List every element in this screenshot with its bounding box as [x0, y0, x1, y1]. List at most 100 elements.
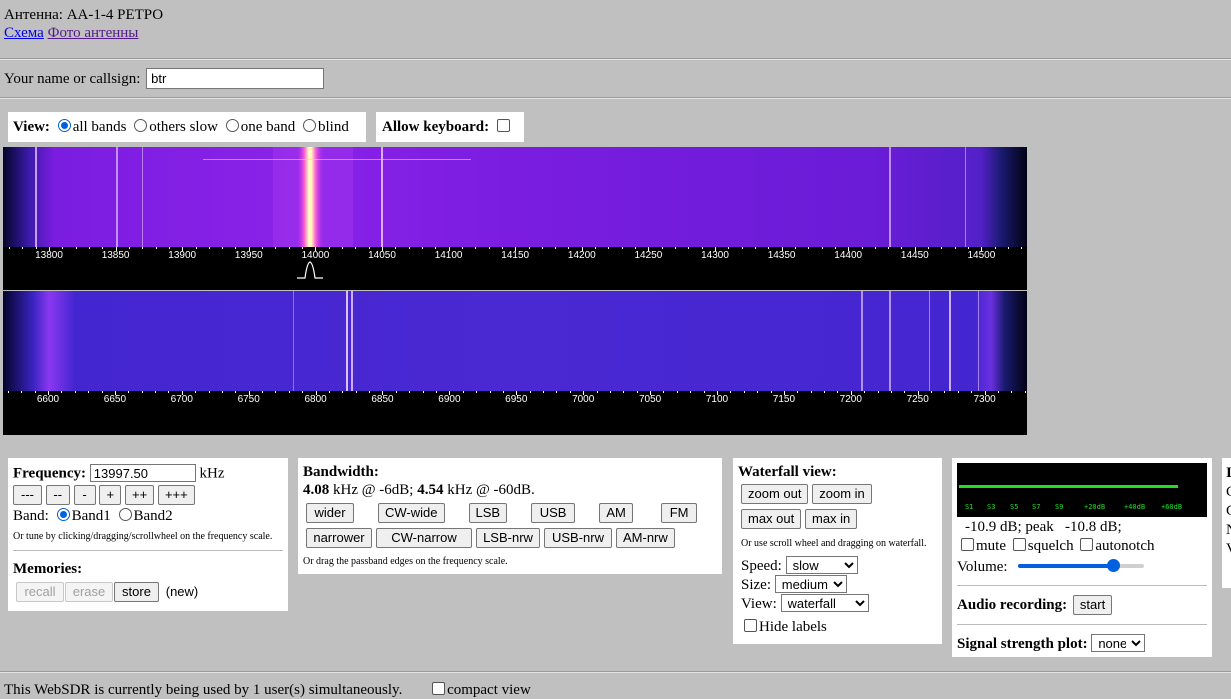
bandwidth-lsb-nrw-button[interactable]: LSB-nrw	[476, 528, 540, 548]
waterfall-image-band1[interactable]	[3, 147, 1027, 247]
bandwidth-usb-button[interactable]: USB	[531, 503, 576, 523]
frequency-tick	[811, 391, 812, 393]
view-blind-radio[interactable]	[303, 119, 317, 132]
hide-labels-checkbox[interactable]	[744, 619, 757, 632]
tune-down-small-button[interactable]: -	[73, 485, 96, 505]
frequency-input[interactable]	[89, 464, 196, 482]
allow-keyboard-label: Allow keyboard:	[382, 119, 490, 135]
frequency-tick	[730, 391, 731, 393]
s-meter-label: +40dB	[1124, 503, 1146, 511]
waterfall-band1[interactable]: 13800 13850 13900 13950 14000 14050 14100 14150…	[3, 147, 1027, 290]
tune-down-large-button[interactable]: ---	[13, 485, 42, 505]
compact-view-checkbox[interactable]	[432, 682, 446, 695]
frequency-tick	[650, 391, 651, 395]
recall-button[interactable]: recall	[16, 582, 64, 602]
frequency-tick	[315, 247, 316, 251]
allow-keyboard-checkbox[interactable]	[496, 119, 510, 132]
bandwidth-am-button[interactable]: AM	[599, 503, 634, 523]
frequency-tick	[742, 247, 743, 249]
bandwidth-am-nrw-button[interactable]: AM-nrw	[616, 528, 675, 548]
clipped-panel: I C C N V	[1222, 458, 1231, 588]
tune-up-large-button[interactable]: +++	[157, 485, 195, 505]
bandwidth-usb-nrw-button[interactable]: USB-nrw	[544, 528, 612, 548]
antenna-title: Антенна: АА-1-4 РЕТРО	[4, 7, 164, 23]
frequency-tick	[249, 391, 250, 395]
start-recording-button[interactable]: start	[1072, 595, 1113, 615]
frequency-scale-band1[interactable]: 13800 13850 13900 13950 14000 14050 14100 14150…	[3, 247, 1027, 267]
band1-radio[interactable]	[56, 508, 70, 521]
s-meter-label: S3	[987, 503, 996, 511]
speed-select[interactable]: slow	[785, 556, 858, 574]
waterfall-band2[interactable]: 6600 6650 6700 6750 6800 6850 6900 6950 7000 7050…	[3, 291, 1027, 435]
band2-radio[interactable]	[118, 508, 132, 521]
bandwidth-cw-narrow-button[interactable]: CW-narrow	[376, 528, 472, 548]
frequency-tick	[449, 391, 450, 395]
frequency-tick-label: 6750	[237, 394, 260, 405]
passband-marker[interactable]	[295, 259, 325, 279]
divider	[0, 671, 1231, 673]
frequency-tick	[275, 391, 276, 393]
bandwidth-fm-button[interactable]: FM	[661, 503, 698, 523]
bandwidth-narrower-button[interactable]: narrower	[306, 528, 372, 548]
scheme-link[interactable]: Схема	[4, 25, 44, 41]
frequency-tick	[476, 391, 477, 393]
frequency-tick	[169, 247, 170, 249]
tune-up-small-button[interactable]: +	[99, 485, 122, 505]
frequency-tick	[342, 391, 343, 393]
antenna-photo-link[interactable]: Фото антенны	[48, 25, 139, 41]
frequency-tick	[396, 391, 397, 393]
store-button[interactable]: store	[114, 582, 159, 602]
view-all-bands-radio[interactable]	[57, 119, 71, 132]
s-meter-label: S1	[965, 503, 974, 511]
max-out-button[interactable]: max out	[741, 509, 802, 529]
frequency-tick	[797, 391, 798, 393]
volume-slider-handle[interactable]	[1107, 559, 1120, 572]
frequency-tick	[156, 247, 157, 249]
frequency-tick-label: 7200	[839, 394, 862, 405]
frequency-tick	[289, 247, 290, 249]
bandwidth-wider-button[interactable]: wider	[306, 503, 354, 523]
frequency-tick	[904, 391, 905, 393]
erase-button[interactable]: erase	[65, 582, 113, 602]
tune-down-medium-button[interactable]: --	[45, 485, 70, 505]
bandwidth-cw-wide-button[interactable]: CW-wide	[378, 503, 445, 523]
zoom-out-button[interactable]: zoom out	[741, 484, 809, 504]
volume-slider[interactable]	[1018, 558, 1144, 574]
callsign-input[interactable]	[146, 68, 325, 89]
clipped-char: N	[1226, 521, 1231, 540]
divider	[957, 585, 1207, 586]
max-in-button[interactable]: max in	[805, 509, 858, 529]
frequency-tick	[931, 391, 932, 393]
mute-checkbox[interactable]	[961, 538, 974, 551]
memory-status: (new)	[165, 584, 199, 599]
bandwidth-lsb-button[interactable]: LSB	[468, 503, 508, 523]
frequency-tick-label: 14150	[501, 250, 530, 261]
autonotch-checkbox[interactable]	[1080, 538, 1094, 551]
frequency-unit: kHz	[199, 465, 225, 482]
tune-up-medium-button[interactable]: ++	[125, 485, 155, 505]
size-select[interactable]: medium	[774, 575, 847, 593]
frequency-tick-label: 14250	[634, 250, 663, 261]
signal-plot-select[interactable]: none	[1091, 634, 1146, 652]
frequency-tick	[610, 391, 611, 393]
frequency-tick-label: 13950	[234, 250, 263, 261]
view-others-slow-radio[interactable]	[134, 119, 148, 132]
frequency-tick	[663, 391, 664, 393]
waterfall-image-band2[interactable]	[3, 291, 1027, 391]
frequency-tick-label: 6850	[371, 394, 394, 405]
frequency-tick	[329, 391, 330, 393]
frequency-tick	[648, 247, 649, 251]
frequency-tick	[688, 247, 689, 249]
speed-label: Speed:	[741, 558, 782, 574]
divider	[0, 58, 1231, 60]
zoom-in-button[interactable]: zoom in	[812, 484, 872, 504]
clipped-char: I	[1226, 465, 1231, 481]
frequency-tick-label: 6650	[103, 394, 127, 405]
frequency-tick	[795, 247, 796, 249]
view-one-band-radio[interactable]	[225, 119, 239, 132]
view-mode-select[interactable]: waterfall	[780, 594, 869, 612]
squelch-checkbox[interactable]	[1012, 538, 1026, 551]
bandwidth-readout: 4.08 kHz @ -6dB; 4.54 kHz @ -60dB.	[303, 482, 535, 499]
frequency-tick	[435, 247, 436, 249]
frequency-scale-band2[interactable]: 6600 6650 6700 6750 6800 6850 6900 6950 7000 7050…	[3, 391, 1027, 411]
